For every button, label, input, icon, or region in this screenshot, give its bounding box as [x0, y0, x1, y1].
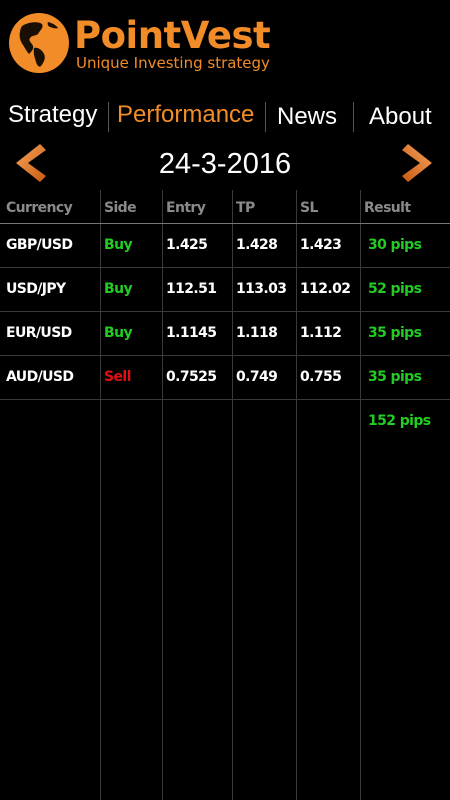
cell-side: Buy [104, 281, 133, 297]
cell-result: 35 pips [368, 325, 422, 341]
tab-news[interactable]: News [277, 98, 337, 136]
cell-side: Buy [104, 237, 133, 253]
performance-table: Currency Side Entry TP SL Result GBP/USD… [0, 190, 450, 800]
cell-sl: 1.423 [300, 237, 342, 253]
cell-tp: 1.428 [236, 237, 278, 253]
column-header-side: Side [104, 200, 137, 216]
nav-divider [108, 102, 109, 132]
column-header-sl: SL [300, 200, 318, 216]
cell-currency: USD/JPY [6, 281, 66, 297]
chevron-right-icon[interactable] [398, 142, 438, 184]
column-header-result: Result [364, 200, 411, 216]
cell-tp: 1.118 [236, 325, 278, 341]
row-divider [0, 311, 450, 312]
grid-line [360, 190, 361, 800]
row-divider [0, 355, 450, 356]
header-divider [0, 223, 450, 224]
app-header: PointVest Unique Investing strategy [0, 0, 450, 90]
grid-line [162, 190, 163, 800]
grid-line [232, 190, 233, 800]
cell-result: 30 pips [368, 237, 422, 253]
tab-about[interactable]: About [369, 98, 432, 136]
cell-currency: GBP/USD [6, 237, 73, 253]
cell-tp: 113.03 [236, 281, 287, 297]
cell-side: Sell [104, 369, 131, 385]
brand-tagline: Unique Investing strategy [76, 54, 270, 72]
column-header-currency: Currency [6, 200, 73, 216]
cell-tp: 0.749 [236, 369, 278, 385]
row-divider [0, 267, 450, 268]
tab-performance[interactable]: Performance [117, 96, 254, 134]
main-nav: Strategy Performance News About [0, 96, 450, 136]
cell-entry: 112.51 [166, 281, 217, 297]
globe-logo-icon [9, 13, 69, 73]
nav-divider [353, 102, 354, 132]
cell-entry: 1.1145 [166, 325, 217, 341]
cell-result: 35 pips [368, 369, 422, 385]
cell-sl: 112.02 [300, 281, 351, 297]
tab-strategy[interactable]: Strategy [8, 96, 97, 134]
cell-sl: 1.112 [300, 325, 342, 341]
grid-line [296, 190, 297, 800]
cell-sl: 0.755 [300, 369, 342, 385]
cell-entry: 1.425 [166, 237, 208, 253]
cell-entry: 0.7525 [166, 369, 217, 385]
cell-currency: AUD/USD [6, 369, 74, 385]
cell-result: 52 pips [368, 281, 422, 297]
date-bar: 24-3-2016 [0, 140, 450, 188]
nav-divider [265, 102, 266, 132]
cell-currency: EUR/USD [6, 325, 72, 341]
column-header-entry: Entry [166, 200, 206, 216]
brand-name: PointVest [74, 14, 271, 57]
row-divider [0, 399, 450, 400]
total-result: 152 pips [368, 413, 431, 429]
selected-date: 24-3-2016 [158, 148, 292, 180]
column-header-tp: TP [236, 200, 255, 216]
grid-line [100, 190, 101, 800]
cell-side: Buy [104, 325, 133, 341]
